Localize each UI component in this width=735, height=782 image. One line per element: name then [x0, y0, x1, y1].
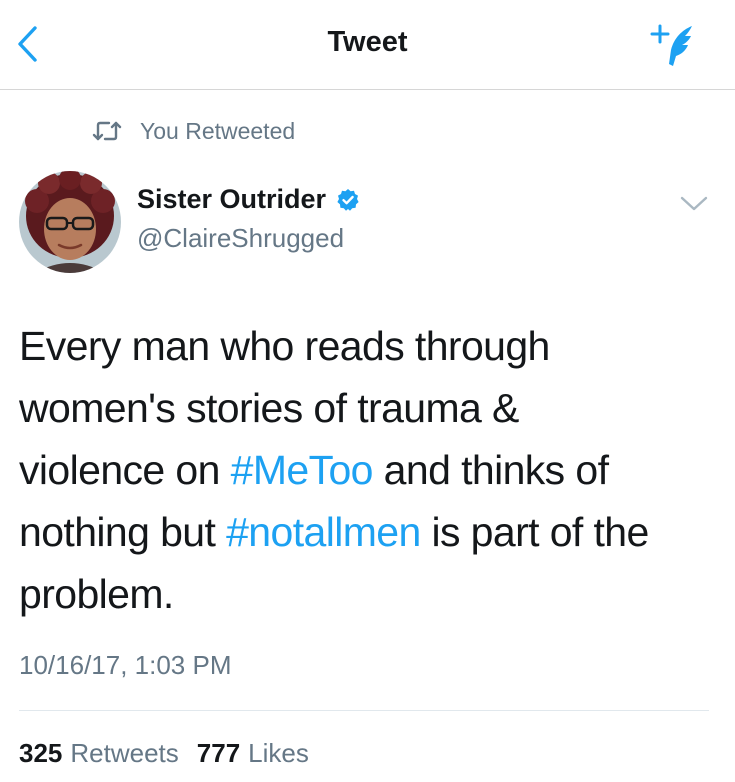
- retweets-count: 325: [19, 738, 63, 768]
- hashtag-link[interactable]: #notallmen: [226, 509, 421, 555]
- chevron-down-icon: [680, 196, 708, 211]
- tweet-stats: 325 Retweets 777 Likes: [19, 738, 309, 769]
- tweet-text-line: problem.: [19, 563, 719, 625]
- tweet-text-segment: violence on: [19, 447, 231, 493]
- avatar[interactable]: [19, 171, 121, 273]
- divider: [19, 710, 709, 711]
- tweet-text-segment: problem.: [19, 571, 174, 617]
- likes-stat[interactable]: 777 Likes: [197, 738, 309, 769]
- tweet-text-segment: is part of the: [420, 509, 649, 555]
- author-handle[interactable]: @ClaireShrugged: [137, 223, 344, 254]
- page-title: Tweet: [327, 26, 408, 58]
- verified-badge-icon: [337, 188, 359, 211]
- retweeted-label: You Retweeted: [140, 117, 296, 144]
- tweet-text-segment: women's stories of trauma &: [19, 385, 519, 431]
- retweets-label: Retweets: [70, 738, 179, 768]
- author-name: Sister Outrider: [137, 184, 327, 214]
- tweet-text-segment: and thinks of: [372, 447, 609, 493]
- navigation-bar: Tweet: [0, 0, 735, 90]
- tweet-text-segment: nothing but: [19, 509, 227, 555]
- social-context: You Retweeted: [92, 114, 295, 148]
- tweet-text-line: violence on #MeToo and thinks of: [19, 439, 719, 501]
- tweet-options-button[interactable]: [676, 188, 712, 218]
- tweet-text-segment: Every man who reads through: [19, 323, 550, 369]
- likes-count: 777: [196, 738, 241, 768]
- compose-tweet-button[interactable]: [646, 20, 704, 74]
- retweet-icon: [92, 121, 122, 141]
- tweet-text-line: women's stories of trauma &: [19, 377, 719, 439]
- compose-feather-icon: [650, 24, 692, 66]
- tweet-text-line: nothing but #notallmen is part of the: [19, 501, 719, 563]
- tweet-text: Every man who reads through women's stori…: [19, 315, 719, 625]
- author-name-row[interactable]: Sister Outrider: [137, 184, 360, 215]
- hashtag-link[interactable]: #MeToo: [231, 447, 374, 493]
- likes-label: Likes: [248, 738, 309, 768]
- tweet-timestamp: 10/16/17, 1:03 PM: [19, 650, 232, 680]
- avatar-image: [19, 171, 121, 273]
- retweets-stat[interactable]: 325 Retweets: [19, 738, 179, 769]
- tweet-text-line: Every man who reads through: [19, 315, 719, 377]
